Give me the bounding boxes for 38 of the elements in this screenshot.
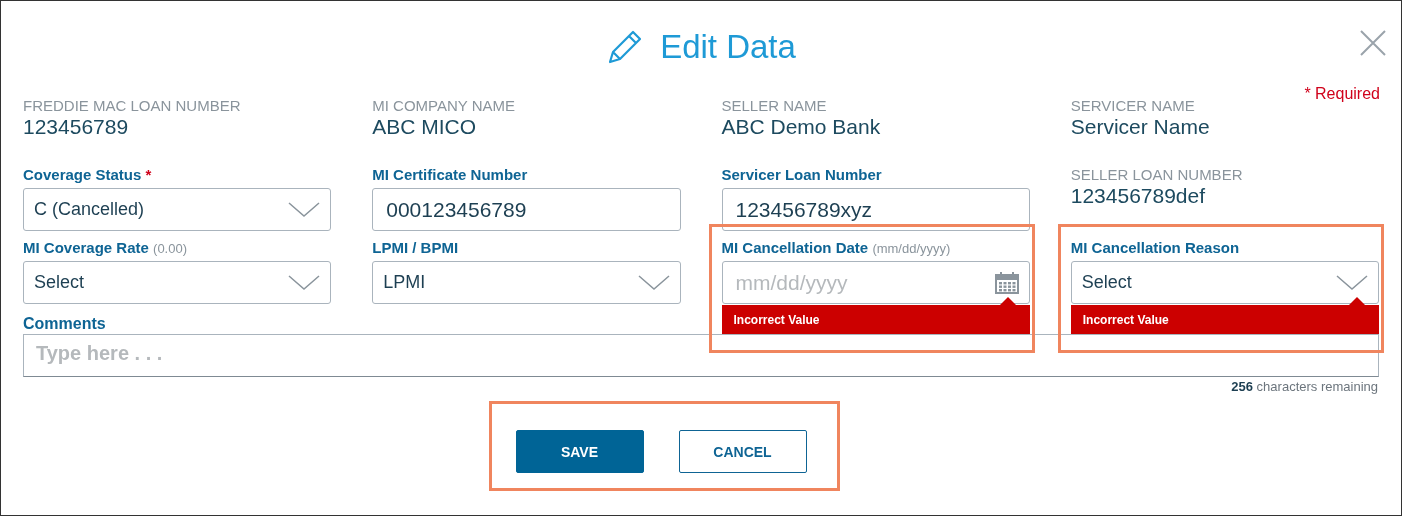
save-button[interactable]: SAVE xyxy=(515,430,644,473)
error-pointer xyxy=(999,297,1016,305)
cancel-button[interactable]: CANCEL xyxy=(678,430,807,473)
field-value: 123456789def xyxy=(1070,184,1207,208)
field-label: MI Cancellation Reason xyxy=(1070,239,1241,256)
input-field[interactable]: 123456789xyz xyxy=(721,188,1030,231)
field-label: SELLER NAME xyxy=(721,97,828,114)
field-label: SELLER LOAN NUMBER xyxy=(1070,166,1244,183)
field-value: ABC MICO xyxy=(372,115,478,139)
chevron-down-icon xyxy=(288,201,321,218)
select-dropdown[interactable]: C (Cancelled) xyxy=(23,188,332,231)
comments-field[interactable]: Type here . . . xyxy=(23,334,1379,377)
field-label: FREDDIE MAC LOAN NUMBER xyxy=(23,97,242,114)
chevron-down-icon xyxy=(288,274,321,291)
required-note: * Required xyxy=(1304,85,1380,103)
select-dropdown[interactable]: LPMI xyxy=(372,261,681,304)
chevron-down-icon xyxy=(637,274,670,291)
field-label: SERVICER NAME xyxy=(1070,97,1196,114)
field-label: MI COMPANY NAME xyxy=(372,97,517,114)
close-button[interactable] xyxy=(1359,29,1387,57)
chevron-down-icon xyxy=(1336,274,1368,291)
field-value: 123456789 xyxy=(23,115,130,139)
character-count: 256 characters remaining xyxy=(1231,379,1378,394)
calendar-icon[interactable] xyxy=(994,271,1019,294)
field-label: LPMI / BPMI xyxy=(372,239,460,256)
dialog-title: Edit Data xyxy=(660,28,796,66)
field-label: MI Cancellation Date (mm/dd/yyyy) xyxy=(721,239,952,256)
input-field[interactable]: 000123456789 xyxy=(372,188,681,231)
field-label: Coverage Status * xyxy=(23,166,153,183)
field-value: Servicer Name xyxy=(1070,115,1211,139)
select-dropdown[interactable]: Select xyxy=(1070,261,1379,304)
error-pointer xyxy=(1349,297,1365,305)
select-dropdown[interactable]: Select xyxy=(23,261,332,304)
field-value: ABC Demo Bank xyxy=(721,115,882,139)
field-label: MI Certificate Number xyxy=(372,166,529,183)
field-label: Servicer Loan Number xyxy=(721,166,883,183)
field-label: MI Coverage Rate (0.00) xyxy=(23,239,188,256)
comments-label: Comments xyxy=(23,314,107,333)
